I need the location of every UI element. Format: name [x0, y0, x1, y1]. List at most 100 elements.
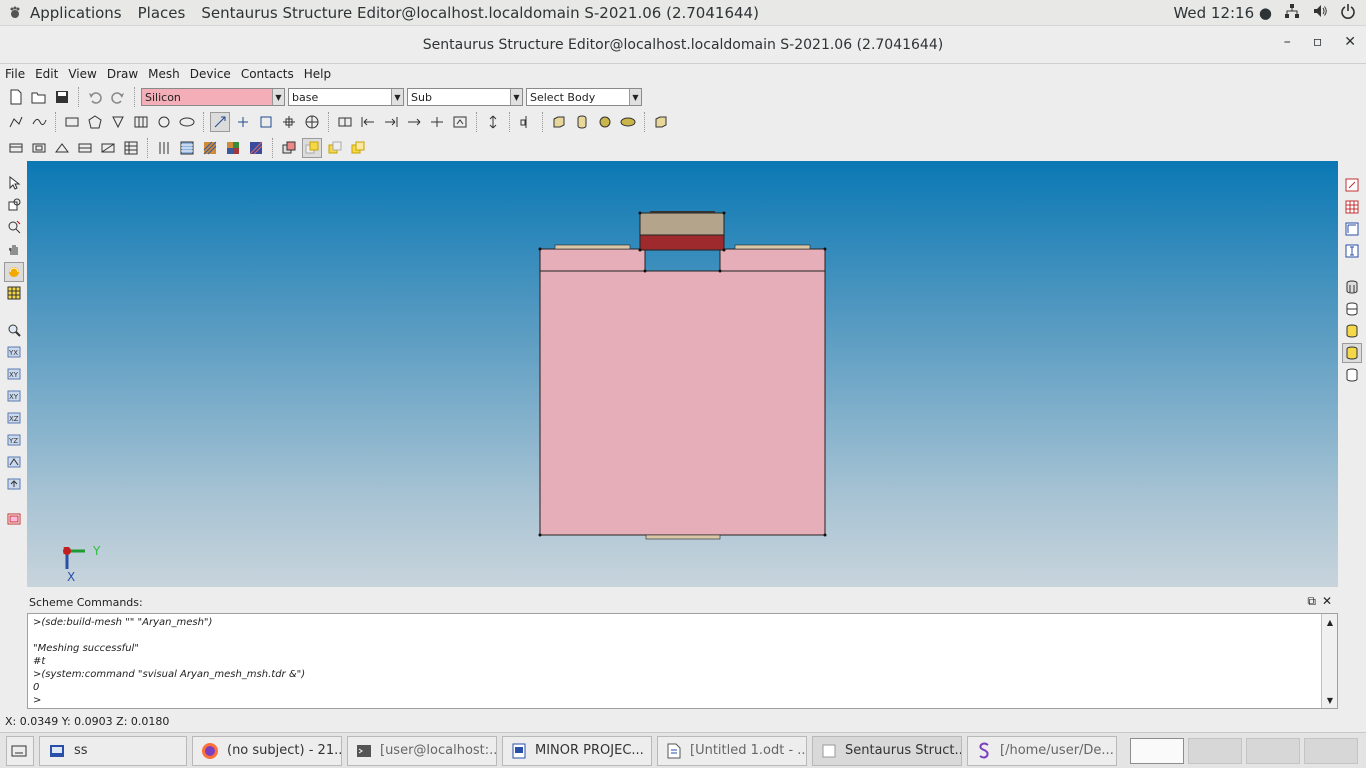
spline-icon[interactable] [29, 112, 49, 132]
hide-panel-icon[interactable] [4, 509, 24, 529]
view-isometric-icon[interactable] [4, 452, 24, 472]
prism-icon[interactable] [651, 112, 671, 132]
view-reset-icon[interactable] [4, 474, 24, 494]
taskbar-item-minor-project[interactable]: MINOR PROJEC... [502, 735, 652, 766]
close-button[interactable]: ✕ [1344, 34, 1356, 50]
move-vertex-icon[interactable] [210, 112, 230, 132]
maximize-button[interactable]: ▫ [1313, 34, 1323, 50]
zoom-region-icon[interactable] [4, 217, 24, 237]
ruler-polygon-icon[interactable] [108, 112, 128, 132]
close-icon[interactable]: ✕ [1322, 594, 1332, 609]
boolean-subtract-icon[interactable] [348, 138, 368, 158]
show-scale-icon[interactable] [1342, 175, 1362, 195]
region-select[interactable]: base ▼ [288, 88, 404, 106]
menu-mesh[interactable]: Mesh [143, 67, 185, 81]
show-grid-icon[interactable] [1342, 197, 1362, 217]
view-yx-icon[interactable]: YX [4, 342, 24, 362]
taskbar-item-sentaurus[interactable]: Sentaurus Struct... [812, 735, 962, 766]
new-file-icon[interactable] [6, 87, 26, 107]
mirror-icon[interactable] [516, 112, 536, 132]
polyline-icon[interactable] [6, 112, 26, 132]
zoom-icon[interactable] [4, 320, 24, 340]
minimize-button[interactable]: – [1284, 34, 1291, 50]
active-window-label[interactable]: Sentaurus Structure Editor@localhost.loc… [193, 4, 767, 22]
render-solid-icon[interactable] [1342, 343, 1362, 363]
render-wireframe-icon[interactable] [1342, 277, 1362, 297]
boolean-union-icon[interactable] [279, 138, 299, 158]
workspace-3[interactable] [1246, 737, 1300, 764]
extend-right-icon[interactable] [404, 112, 424, 132]
render-edges-icon[interactable] [1342, 299, 1362, 319]
chevron-down-icon[interactable]: ▼ [391, 89, 403, 105]
cylinder-icon[interactable] [572, 112, 592, 132]
rotate-orbit-icon[interactable] [4, 262, 24, 282]
region2-select[interactable]: Sub ▼ [407, 88, 523, 106]
split-icon[interactable] [335, 112, 355, 132]
cuboid-icon[interactable] [549, 112, 569, 132]
view-xz-icon[interactable]: XZ [4, 408, 24, 428]
vertical-arrows-icon[interactable] [483, 112, 503, 132]
scroll-up-icon[interactable]: ▲ [1324, 616, 1336, 628]
doping-gaussian-icon[interactable] [200, 138, 220, 158]
move-edge-icon[interactable] [233, 112, 253, 132]
taskbar-item-home-folder[interactable]: [/home/user/De... [967, 735, 1117, 766]
console-scrollbar[interactable]: ▲ ▼ [1321, 614, 1337, 708]
menu-device[interactable]: Device [185, 67, 236, 81]
open-folder-icon[interactable] [29, 87, 49, 107]
boolean-new-replaces-icon[interactable] [302, 138, 322, 158]
menu-edit[interactable]: Edit [30, 67, 63, 81]
region-grid-icon[interactable] [131, 112, 151, 132]
power-icon[interactable] [1340, 3, 1356, 23]
refine-diagonal-icon[interactable] [98, 138, 118, 158]
refine-line-icon[interactable] [75, 138, 95, 158]
mesh-grid-icon[interactable] [121, 138, 141, 158]
network-icon[interactable] [1284, 3, 1300, 23]
render-hidden-icon[interactable] [1342, 365, 1362, 385]
taskbar-item-ss[interactable]: ss [39, 735, 187, 766]
undo-icon[interactable] [85, 87, 105, 107]
transform-icon[interactable] [450, 112, 470, 132]
window-titlebar[interactable]: Sentaurus Structure Editor@localhost.loc… [0, 26, 1366, 64]
workspace-1[interactable] [1130, 737, 1184, 764]
undock-icon[interactable]: ⧉ [1307, 594, 1316, 609]
chevron-down-icon[interactable]: ▼ [629, 89, 641, 105]
ellipsoid-icon[interactable] [618, 112, 638, 132]
view-yz-icon[interactable]: YZ [4, 430, 24, 450]
doping-profile-icon[interactable] [177, 138, 197, 158]
fillet-icon[interactable] [302, 112, 322, 132]
measure-icon[interactable] [1342, 241, 1362, 261]
scroll-down-icon[interactable]: ▼ [1324, 694, 1336, 706]
doping-external-icon[interactable] [246, 138, 266, 158]
volume-icon[interactable] [1312, 3, 1328, 23]
menu-file[interactable]: File [0, 67, 30, 81]
menu-help[interactable]: Help [299, 67, 336, 81]
places-menu[interactable]: Places [130, 4, 194, 22]
refine-box-icon[interactable] [29, 138, 49, 158]
redo-icon[interactable] [108, 87, 128, 107]
align-right-icon[interactable] [381, 112, 401, 132]
rectangle-icon[interactable] [62, 112, 82, 132]
circle-icon[interactable] [154, 112, 174, 132]
rotate-view-icon[interactable] [4, 195, 24, 215]
show-desktop-button[interactable] [6, 735, 34, 766]
console-prompt[interactable]: > [33, 694, 1337, 707]
move-region-icon[interactable] [256, 112, 276, 132]
save-icon[interactable] [52, 87, 72, 107]
stretch-icon[interactable] [279, 112, 299, 132]
workspace-2[interactable] [1188, 737, 1242, 764]
show-ruler-icon[interactable] [1342, 219, 1362, 239]
menu-contacts[interactable]: Contacts [236, 67, 299, 81]
taskbar-item-firefox[interactable]: (no subject) - 21... [192, 735, 342, 766]
refine-triangle-icon[interactable] [52, 138, 72, 158]
pan-hand-icon[interactable] [4, 239, 24, 259]
chevron-down-icon[interactable]: ▼ [272, 89, 284, 105]
3d-viewport[interactable]: Z Y X [27, 161, 1338, 587]
extend-both-icon[interactable] [427, 112, 447, 132]
select-pointer-icon[interactable] [4, 173, 24, 193]
boolean-old-replaces-icon[interactable] [325, 138, 345, 158]
applications-menu[interactable]: Applications [22, 4, 130, 22]
align-left-icon[interactable] [358, 112, 378, 132]
refine-window-icon[interactable] [6, 138, 26, 158]
material-select[interactable]: Silicon ▼ [141, 88, 285, 106]
taskbar-item-terminal[interactable]: [user@localhost:... [347, 735, 497, 766]
